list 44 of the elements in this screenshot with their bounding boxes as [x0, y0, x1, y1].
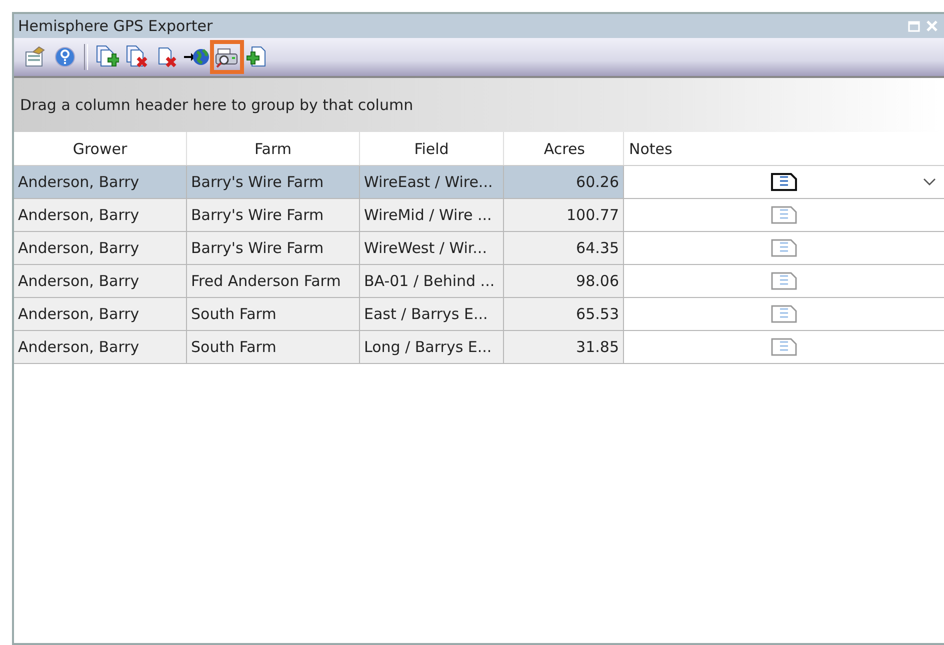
- acres-cell: 65.53: [504, 298, 624, 330]
- farm-cell: Barry's Wire Farm: [187, 166, 360, 198]
- table-row[interactable]: Anderson, Barry South Farm East / Barrys E... 65.53: [14, 298, 944, 331]
- print-preview-icon[interactable]: [215, 46, 239, 68]
- acres-cell: 98.06: [504, 265, 624, 297]
- acres-cell: 31.85: [504, 331, 624, 363]
- field-cell: WireEast / Wire...: [360, 166, 504, 198]
- grower-cell: Anderson, Barry: [14, 232, 187, 264]
- column-header[interactable]: Acres: [504, 132, 624, 165]
- acres-cell: 60.26: [504, 166, 624, 198]
- acres-cell: 100.77: [504, 199, 624, 231]
- table-row[interactable]: Anderson, Barry Barry's Wire Farm WireWest / Wir... 64.35: [14, 232, 944, 265]
- window-title: Hemisphere GPS Exporter: [18, 17, 214, 35]
- field-cell: BA-01 / Behind ...: [360, 265, 504, 297]
- column-header[interactable]: Farm: [187, 132, 360, 165]
- table-row[interactable]: Anderson, Barry South Farm Long / Barrys E... 31.85: [14, 331, 944, 364]
- column-header[interactable]: Grower: [14, 132, 187, 165]
- grower-cell: Anderson, Barry: [14, 199, 187, 231]
- globe-arrow-icon[interactable]: [184, 46, 210, 68]
- delete-documents-icon[interactable]: [125, 45, 149, 69]
- column-header[interactable]: Field: [360, 132, 504, 165]
- column-header[interactable]: Notes: [624, 132, 944, 165]
- farm-cell: Fred Anderson Farm: [187, 265, 360, 297]
- note-icon[interactable]: [771, 173, 797, 191]
- field-cell: Long / Barrys E...: [360, 331, 504, 363]
- grower-cell: Anderson, Barry: [14, 166, 187, 198]
- field-cell: East / Barrys E...: [360, 298, 504, 330]
- grower-cell: Anderson, Barry: [14, 265, 187, 297]
- table-row[interactable]: Anderson, Barry Barry's Wire Farm WireEast / Wire... 60.26: [14, 166, 944, 199]
- properties-icon[interactable]: [23, 46, 47, 68]
- grower-cell: Anderson, Barry: [14, 331, 187, 363]
- group-hint: Drag a column header here to group by that column: [20, 96, 414, 114]
- farm-cell: Barry's Wire Farm: [187, 232, 360, 264]
- table-row[interactable]: Anderson, Barry Barry's Wire Farm WireMid / Wire ... 100.77: [14, 199, 944, 232]
- field-cell: WireMid / Wire ...: [360, 199, 504, 231]
- add-documents-icon[interactable]: [95, 45, 119, 69]
- farm-cell: Barry's Wire Farm: [187, 199, 360, 231]
- acres-cell: 64.35: [504, 232, 624, 264]
- field-cell: WireWest / Wir...: [360, 232, 504, 264]
- chevron-down-icon[interactable]: [923, 178, 936, 186]
- grower-cell: Anderson, Barry: [14, 298, 187, 330]
- farm-cell: South Farm: [187, 298, 360, 330]
- farm-cell: South Farm: [187, 331, 360, 363]
- table-row[interactable]: Anderson, Barry Fred Anderson Farm BA-01 / Behind ... 98.06: [14, 265, 944, 298]
